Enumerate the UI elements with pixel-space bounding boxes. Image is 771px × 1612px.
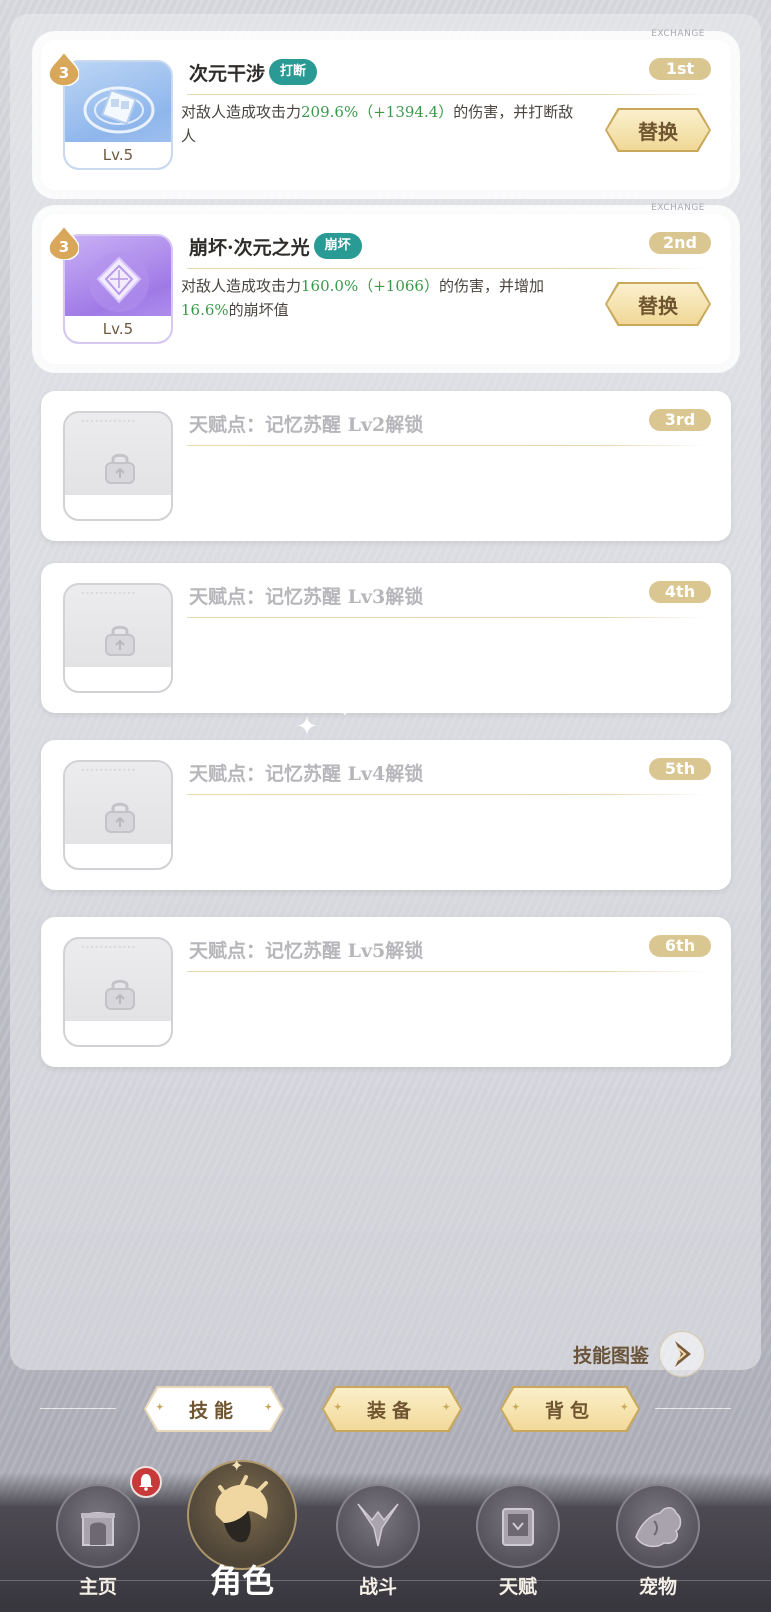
skill-slot-1[interactable]: EXCHANGE Lv.5 3 次元干涉 打断 1st 对敌人造成攻击力209.…	[41, 29, 731, 190]
nav-character[interactable]: 角色	[187, 1460, 297, 1602]
sparkle-icon: ✦	[230, 1456, 244, 1475]
skill-codex-label: 技能图鉴	[572, 1344, 649, 1367]
title-divider	[187, 617, 707, 618]
upgrade-badge-count: 3	[58, 64, 70, 82]
locked-slot-4[interactable]: ◦◦◦◦◦◦◦◦◦◦◦◦ 天赋点：记忆苏醒 Lv3解锁 4th	[41, 563, 731, 713]
unlock-requirement: 天赋点：记忆苏醒 Lv4解锁	[189, 762, 424, 785]
locked-slot-5[interactable]: ◦◦◦◦◦◦◦◦◦◦◦◦ 天赋点：记忆苏醒 Lv4解锁 5th	[41, 740, 731, 890]
exchange-label: EXCHANGE	[651, 203, 705, 213]
desc-text: 对敌人造成攻击力	[181, 103, 302, 121]
skill-slot-2[interactable]: EXCHANGE Lv.5 3 崩坏·次元之光 崩坏 2nd 对敌人造成攻击力1…	[41, 203, 731, 364]
unlock-requirement: 天赋点：记忆苏醒 Lv5解锁	[189, 939, 424, 962]
desc-value: 160.0%（+1066）	[301, 277, 439, 295]
lock-pattern: ◦◦◦◦◦◦◦◦◦◦◦◦	[81, 418, 137, 425]
notification-bell-icon[interactable]	[130, 1466, 162, 1498]
skill-title-row: 次元干涉 打断	[189, 58, 318, 86]
skill-codex-link[interactable]: 技能图鉴	[573, 1330, 705, 1378]
lock-icon	[105, 979, 135, 1010]
skill-icon-dimension-interference[interactable]: Lv.5	[63, 60, 173, 170]
locked-slot-icon: ◦◦◦◦◦◦◦◦◦◦◦◦	[63, 937, 173, 1047]
locked-slot-3[interactable]: ◦◦◦◦◦◦◦◦◦◦◦◦ 天赋点：记忆苏醒 Lv2解锁 3rd	[41, 391, 731, 541]
desc-text: 对敌人造成攻击力	[181, 277, 302, 295]
lock-icon	[105, 802, 135, 833]
sparkle-icon: ✦	[341, 709, 349, 719]
battle-icon	[336, 1484, 420, 1568]
tab-skills[interactable]: ✦ 技能 ✦	[144, 1386, 284, 1432]
unlock-requirement: 天赋点：记忆苏醒 Lv3解锁	[189, 585, 424, 608]
skill-icon-honkai-dimension-light[interactable]: Lv.5	[63, 234, 173, 344]
slot-rank-badge: 5th	[649, 758, 711, 780]
skill-art-icon	[89, 252, 149, 312]
locked-slot-icon: ◦◦◦◦◦◦◦◦◦◦◦◦	[63, 411, 173, 521]
character-icon	[187, 1460, 297, 1570]
tab-backpack[interactable]: ✦ 背包 ✦	[500, 1386, 640, 1432]
lock-pattern: ◦◦◦◦◦◦◦◦◦◦◦◦	[81, 944, 137, 951]
skill-level: Lv.5	[65, 142, 171, 168]
lock-pattern: ◦◦◦◦◦◦◦◦◦◦◦◦	[81, 590, 137, 597]
nav-label: 宠物	[638, 1576, 677, 1598]
skill-description: 对敌人造成攻击力209.6%（+1394.4）的伤害，并打断敌人	[181, 100, 581, 148]
slot-rank-badge: 4th	[649, 581, 711, 603]
swap-button-label[interactable]: 替换	[607, 110, 709, 150]
desc-text: 的伤害，并增加	[438, 277, 544, 295]
upgrade-badge-count: 3	[58, 238, 70, 256]
tab-equipment[interactable]: ✦ 装备 ✦	[322, 1386, 462, 1432]
nav-home[interactable]: 主页	[48, 1484, 148, 1599]
sparkle-icon: ✦	[296, 712, 318, 742]
swap-button-label[interactable]: 替换	[607, 284, 709, 324]
lock-icon	[105, 453, 135, 484]
lock-pattern: ◦◦◦◦◦◦◦◦◦◦◦◦	[81, 767, 137, 774]
sub-tabs: ✦ 技能 ✦ ✦ 装备 ✦ ✦ 背包 ✦	[0, 1386, 771, 1432]
swap-button[interactable]: 替换	[605, 282, 711, 326]
skill-level: Lv.5	[65, 316, 171, 342]
home-icon	[56, 1484, 140, 1568]
desc-text: 的崩坏值	[228, 301, 289, 319]
nav-battle[interactable]: 战斗	[328, 1484, 428, 1599]
nav-pet[interactable]: 宠物	[608, 1484, 708, 1599]
pet-icon	[616, 1484, 700, 1568]
desc-value: 16.6%	[181, 301, 229, 319]
skill-title-row: 崩坏·次元之光 崩坏	[189, 232, 362, 260]
locked-slot-icon: ◦◦◦◦◦◦◦◦◦◦◦◦	[63, 760, 173, 870]
locked-slot-6[interactable]: ◦◦◦◦◦◦◦◦◦◦◦◦ 天赋点：记忆苏醒 Lv5解锁 6th	[41, 917, 731, 1067]
lock-icon	[105, 625, 135, 656]
exchange-label: EXCHANGE	[651, 29, 705, 39]
nav-label: 天赋	[498, 1576, 537, 1598]
locked-slot-icon: ◦◦◦◦◦◦◦◦◦◦◦◦	[63, 583, 173, 693]
nav-label: 角色	[209, 1562, 274, 1600]
skill-name: 次元干涉	[189, 62, 266, 85]
skill-tag: 打断	[269, 59, 318, 85]
codex-arrow-icon[interactable]	[659, 1331, 705, 1377]
unlock-requirement: 天赋点：记忆苏醒 Lv2解锁	[189, 413, 424, 436]
swap-button[interactable]: 替换	[605, 108, 711, 152]
title-divider	[187, 794, 707, 795]
title-divider	[187, 445, 707, 446]
slot-rank-badge: 1st	[649, 58, 711, 80]
nav-talent[interactable]: 天赋	[468, 1484, 568, 1599]
slot-rank-badge: 6th	[649, 935, 711, 957]
slot-rank-badge: 2nd	[649, 232, 711, 254]
title-divider	[187, 268, 707, 269]
nav-label: 战斗	[358, 1576, 397, 1598]
skill-art-icon	[83, 86, 155, 134]
desc-value: 209.6%（+1394.4）	[301, 103, 454, 121]
skill-tag: 崩坏	[313, 233, 362, 259]
talent-book-icon	[476, 1484, 560, 1568]
skill-description: 对敌人造成攻击力160.0%（+1066）的伤害，并增加 16.6%的崩坏值	[181, 274, 581, 322]
title-divider	[187, 971, 707, 972]
title-divider	[187, 94, 707, 95]
nav-label: 主页	[78, 1576, 117, 1598]
skill-name: 崩坏·次元之光	[189, 236, 310, 259]
slot-rank-badge: 3rd	[649, 409, 711, 431]
